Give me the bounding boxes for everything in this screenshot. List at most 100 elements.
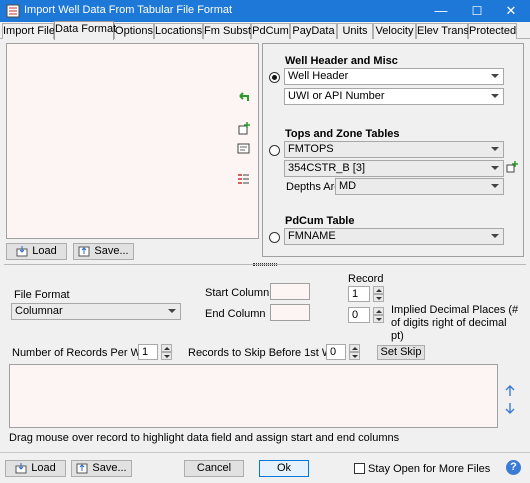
chevron-down-icon	[491, 234, 499, 238]
save-icon	[78, 246, 90, 257]
add-field-icon[interactable]	[237, 122, 250, 135]
load-icon	[15, 462, 27, 474]
spin-down-icon[interactable]	[373, 294, 384, 302]
well-header-field-value: UWI or API Number	[288, 90, 385, 102]
help-icon[interactable]: ?	[506, 460, 521, 475]
pdcum-heading: PdCum Table	[285, 215, 355, 227]
format-list[interactable]	[6, 43, 259, 239]
ok-button[interactable]: Ok	[259, 460, 309, 477]
chevron-down-icon	[491, 147, 499, 151]
minimize-button[interactable]: —	[424, 0, 458, 22]
implied-decimals-buttons[interactable]	[373, 307, 384, 323]
title-bar: Import Well Data From Tabular File Forma…	[0, 0, 530, 22]
depths-combo[interactable]: MD	[335, 178, 504, 195]
load-label: Load	[31, 462, 56, 474]
cancel-button[interactable]: Cancel	[184, 460, 244, 477]
chevron-down-icon	[491, 166, 499, 170]
tops-heading: Tops and Zone Tables	[285, 128, 400, 140]
tab-options[interactable]: Options	[114, 23, 154, 39]
footer-divider	[0, 452, 530, 453]
tab-velocity[interactable]: Velocity	[373, 23, 416, 39]
window-title: Import Well Data From Tabular File Forma…	[24, 4, 233, 16]
tab-elev-trans[interactable]: Elev Trans	[416, 23, 469, 39]
spin-down-icon[interactable]	[373, 315, 384, 323]
records-per-well-buttons[interactable]	[161, 344, 172, 360]
file-format-combo[interactable]: Columnar	[11, 303, 181, 320]
spin-down-icon[interactable]	[161, 352, 172, 360]
end-column-input[interactable]	[270, 304, 310, 321]
chevron-down-icon	[491, 94, 499, 98]
chevron-down-icon	[491, 184, 499, 188]
load-format-button[interactable]: Load	[6, 243, 67, 260]
skip-records-label: Records to Skip Before 1st Well	[188, 347, 344, 359]
start-column-label: Start Column	[205, 287, 270, 299]
well-header-radio[interactable]	[269, 72, 280, 83]
spin-up-icon[interactable]	[373, 307, 384, 315]
save-format-button[interactable]: Save...	[73, 243, 134, 260]
save-label: Save...	[92, 462, 127, 474]
depths-value: MD	[339, 180, 357, 192]
record-spinner-value[interactable]: 1	[348, 286, 370, 302]
set-skip-button[interactable]: Set Skip	[377, 345, 425, 360]
list-delete-icon[interactable]	[237, 173, 250, 186]
stay-open-checkbox[interactable]	[354, 463, 365, 474]
implied-decimals-value[interactable]: 0	[348, 307, 370, 323]
tops-field-combo[interactable]: 354CSTR_B [3]	[284, 160, 504, 177]
arrow-up-icon[interactable]	[505, 385, 515, 397]
tab-protected[interactable]: Protected	[468, 23, 517, 39]
skip-records-buttons[interactable]	[349, 344, 360, 360]
chevron-down-icon	[168, 309, 176, 313]
close-button[interactable]: ✕	[494, 0, 528, 22]
undo-arrow-icon[interactable]	[237, 91, 250, 103]
pdcum-field-value: FMNAME	[288, 230, 336, 242]
record-spinner-buttons[interactable]	[373, 286, 384, 302]
save-button[interactable]: Save...	[71, 460, 132, 477]
tops-field-value: 354CSTR_B [3]	[288, 162, 366, 174]
stay-open-label: Stay Open for More Files	[368, 463, 491, 475]
tab-paydata[interactable]: PayData	[290, 23, 337, 39]
arrow-down-icon[interactable]	[505, 402, 515, 414]
save-icon	[76, 463, 88, 474]
tops-radio[interactable]	[269, 145, 280, 156]
load-button[interactable]: Load	[5, 460, 66, 477]
splitter-handle[interactable]	[253, 263, 277, 266]
start-column-input[interactable]	[270, 283, 310, 300]
depths-label: Depths Are	[286, 181, 341, 193]
edit-field-icon[interactable]	[237, 142, 250, 155]
chevron-down-icon	[491, 74, 499, 78]
add-zone-icon[interactable]	[506, 161, 518, 173]
file-format-label: File Format	[14, 289, 70, 301]
tops-table-combo[interactable]: FMTOPS	[284, 141, 504, 158]
spin-up-icon[interactable]	[373, 286, 384, 294]
pdcum-radio[interactable]	[269, 232, 280, 243]
drag-hint-text: Drag mouse over record to highlight data…	[9, 432, 400, 444]
well-header-table-value: Well Header	[288, 70, 349, 82]
records-per-well-label: Number of Records Per Well	[12, 347, 152, 359]
well-header-heading: Well Header and Misc	[285, 55, 398, 67]
tops-table-value: FMTOPS	[288, 143, 334, 155]
tab-units[interactable]: Units	[337, 23, 373, 39]
file-format-value: Columnar	[15, 305, 63, 317]
end-column-label: End Column	[205, 308, 266, 320]
maximize-button[interactable]: ☐	[460, 0, 494, 22]
spin-down-icon[interactable]	[349, 352, 360, 360]
tab-locations[interactable]: Locations	[154, 23, 203, 39]
well-header-field-combo[interactable]: UWI or API Number	[284, 88, 504, 105]
well-header-table-combo[interactable]: Well Header	[284, 68, 504, 85]
tab-import-file[interactable]: Import File	[2, 23, 55, 39]
tab-pdcum[interactable]: PdCum	[251, 23, 290, 39]
spin-up-icon[interactable]	[349, 344, 360, 352]
app-icon	[6, 4, 20, 18]
tab-fm-subst[interactable]: Fm Subst	[203, 23, 251, 39]
record-preview[interactable]	[9, 364, 498, 428]
load-label: Load	[32, 245, 57, 257]
spin-up-icon[interactable]	[161, 344, 172, 352]
load-icon	[16, 245, 28, 257]
record-label: Record	[348, 273, 384, 285]
records-per-well-value[interactable]: 1	[138, 344, 158, 360]
skip-records-value[interactable]: 0	[326, 344, 346, 360]
save-label: Save...	[94, 245, 129, 257]
tab-data-format[interactable]: Data Format	[54, 21, 116, 40]
implied-decimals-label: Implied Decimal Places (# of digits righ…	[391, 304, 519, 342]
pdcum-field-combo[interactable]: FMNAME	[284, 228, 504, 245]
